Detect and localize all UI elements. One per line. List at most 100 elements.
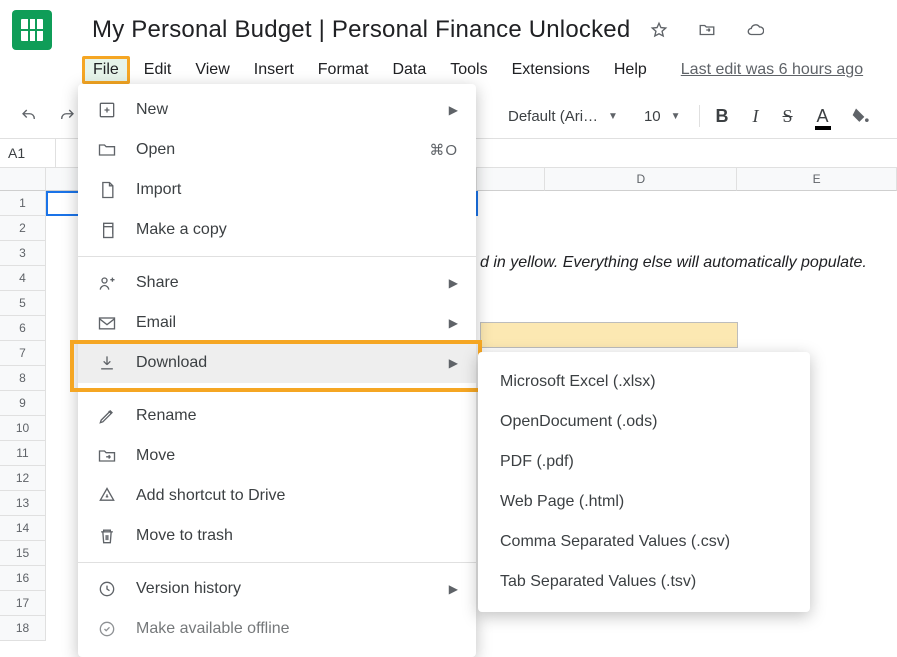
text-color-button[interactable]: A [809, 106, 837, 127]
shortcut-label: ⌘O [429, 141, 458, 159]
menu-label: Email [136, 314, 431, 332]
file-rename[interactable]: Rename [78, 396, 476, 436]
file-make-copy[interactable]: Make a copy [78, 210, 476, 250]
italic-button[interactable]: I [745, 106, 767, 127]
chevron-right-icon: ▶ [449, 582, 458, 596]
row-header[interactable]: 13 [0, 491, 46, 516]
sheet-instruction-text: d in yellow. Everything else will automa… [480, 254, 867, 272]
row-header[interactable]: 12 [0, 466, 46, 491]
menu-data[interactable]: Data [382, 57, 436, 83]
row-header[interactable]: 3 [0, 241, 46, 266]
menu-file[interactable]: File [82, 56, 130, 84]
document-title[interactable]: My Personal Budget | Personal Finance Un… [66, 16, 630, 44]
row-header[interactable]: 16 [0, 566, 46, 591]
row-header[interactable]: 11 [0, 441, 46, 466]
menu-insert[interactable]: Insert [244, 57, 304, 83]
row-header[interactable]: 17 [0, 591, 46, 616]
row-header[interactable]: 7 [0, 341, 46, 366]
download-csv[interactable]: Comma Separated Values (.csv) [478, 522, 810, 562]
font-family-select[interactable]: Default (Ari… ▼ [500, 106, 626, 127]
menu-label: Move to trash [136, 527, 458, 545]
download-xlsx[interactable]: Microsoft Excel (.xlsx) [478, 362, 810, 402]
column-header[interactable]: E [737, 168, 897, 191]
strikethrough-button[interactable]: S [775, 106, 801, 127]
menu-tools[interactable]: Tools [440, 57, 497, 83]
select-all-corner[interactable] [0, 168, 46, 191]
menu-edit[interactable]: Edit [134, 57, 182, 83]
row-header[interactable]: 10 [0, 416, 46, 441]
file-add-shortcut[interactable]: Add shortcut to Drive [78, 476, 476, 516]
fill-color-icon[interactable] [845, 102, 877, 130]
last-edit-link[interactable]: Last edit was 6 hours ago [681, 61, 863, 79]
menu-label: Import [136, 181, 458, 199]
star-icon[interactable] [644, 17, 674, 43]
move-to-folder-icon[interactable] [692, 17, 722, 43]
download-icon [96, 353, 118, 373]
file-icon [96, 180, 118, 200]
menu-extensions[interactable]: Extensions [502, 57, 600, 83]
chevron-down-icon: ▼ [671, 111, 681, 122]
highlighted-cell[interactable] [480, 322, 738, 348]
chevron-right-icon: ▶ [449, 316, 458, 330]
row-header[interactable]: 8 [0, 366, 46, 391]
menu-label: Version history [136, 580, 431, 598]
menu-label: Make available offline [136, 620, 458, 638]
cloud-status-icon[interactable] [740, 17, 770, 43]
row-header[interactable]: 14 [0, 516, 46, 541]
download-tsv[interactable]: Tab Separated Values (.tsv) [478, 562, 810, 602]
row-header[interactable]: 18 [0, 616, 46, 641]
email-icon [96, 313, 118, 333]
menu-label: Move [136, 447, 458, 465]
row-header[interactable]: 6 [0, 316, 46, 341]
drive-shortcut-icon [96, 486, 118, 506]
row-header[interactable]: 1 [0, 191, 46, 216]
chevron-down-icon: ▼ [608, 111, 618, 122]
offline-icon [96, 619, 118, 639]
chevron-right-icon: ▶ [449, 103, 458, 117]
download-html[interactable]: Web Page (.html) [478, 482, 810, 522]
file-open[interactable]: Open ⌘O [78, 130, 476, 170]
file-move[interactable]: Move [78, 436, 476, 476]
chevron-right-icon: ▶ [449, 356, 458, 370]
menu-format[interactable]: Format [308, 57, 379, 83]
file-menu-dropdown: New ▶ Open ⌘O Import Make a copy Share ▶… [78, 84, 476, 657]
file-email[interactable]: Email ▶ [78, 303, 476, 343]
history-icon [96, 579, 118, 599]
file-share[interactable]: Share ▶ [78, 263, 476, 303]
file-trash[interactable]: Move to trash [78, 516, 476, 556]
share-icon [96, 273, 118, 293]
undo-icon[interactable] [14, 103, 44, 129]
file-download[interactable]: Download ▶ [78, 343, 476, 383]
pencil-icon [96, 406, 118, 426]
file-version-history[interactable]: Version history ▶ [78, 569, 476, 609]
file-new[interactable]: New ▶ [78, 90, 476, 130]
name-box[interactable]: A1 [0, 139, 56, 167]
font-size-select[interactable]: 10 ▼ [634, 106, 691, 127]
row-header[interactable]: 4 [0, 266, 46, 291]
row-header[interactable]: 15 [0, 541, 46, 566]
plus-box-icon [96, 100, 118, 120]
bold-button[interactable]: B [708, 106, 737, 127]
download-pdf[interactable]: PDF (.pdf) [478, 442, 810, 482]
menu-label: Share [136, 274, 431, 292]
menu-label: Rename [136, 407, 458, 425]
row-header[interactable]: 2 [0, 216, 46, 241]
menu-label: Open [136, 141, 411, 159]
menu-help[interactable]: Help [604, 57, 657, 83]
menu-label: Download [136, 354, 431, 372]
menu-view[interactable]: View [185, 57, 239, 83]
column-header-hidden[interactable] [477, 168, 545, 191]
menu-label: New [136, 101, 431, 119]
column-header[interactable]: D [545, 168, 737, 191]
row-header[interactable]: 9 [0, 391, 46, 416]
row-header[interactable]: 5 [0, 291, 46, 316]
trash-icon [96, 526, 118, 546]
file-import[interactable]: Import [78, 170, 476, 210]
file-offline[interactable]: Make available offline [78, 609, 476, 649]
download-ods[interactable]: OpenDocument (.ods) [478, 402, 810, 442]
folder-icon [96, 140, 118, 160]
sheets-logo[interactable] [12, 10, 52, 50]
copy-icon [96, 220, 118, 240]
menubar: File Edit View Insert Format Data Tools … [0, 50, 897, 84]
chevron-right-icon: ▶ [449, 276, 458, 290]
